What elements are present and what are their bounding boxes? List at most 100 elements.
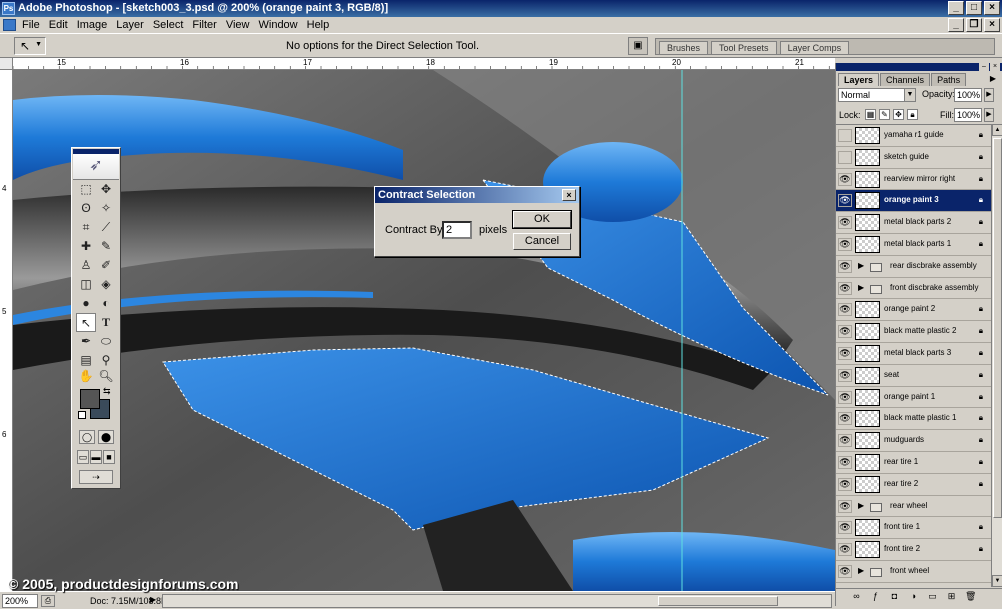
- menu-select[interactable]: Select: [151, 19, 191, 31]
- document-canvas[interactable]: [13, 70, 835, 591]
- ok-button[interactable]: OK: [512, 210, 572, 229]
- status-menu-icon[interactable]: ▶: [150, 595, 156, 604]
- layer-thumbnail[interactable]: [855, 519, 880, 537]
- lock-position-icon[interactable]: ✥: [893, 109, 904, 120]
- layer-thumbnail[interactable]: [855, 170, 880, 188]
- layer-thumbnail[interactable]: [855, 301, 880, 319]
- eye-icon[interactable]: 👁︎: [838, 194, 852, 208]
- layer-list-scrollbar[interactable]: ▲ ▼: [991, 124, 1002, 587]
- hand-tool-icon[interactable]: ✋: [76, 367, 96, 386]
- layer-row[interactable]: 👁︎ ▶ rear wheel: [836, 495, 991, 518]
- layer-row[interactable]: 👁︎ seat 🔒︎: [836, 364, 991, 387]
- foreground-color-swatch[interactable]: [80, 389, 100, 409]
- ruler-origin[interactable]: [0, 58, 13, 70]
- layer-row[interactable]: sketch guide 🔒︎: [836, 146, 991, 169]
- palette-close-button[interactable]: ×: [990, 63, 1000, 71]
- crop-tool-icon[interactable]: ⌗: [76, 218, 96, 237]
- contract-by-input[interactable]: [442, 221, 472, 239]
- layer-row[interactable]: 👁︎ metal black parts 3 🔒︎: [836, 342, 991, 365]
- expand-triangle-icon[interactable]: ▶: [858, 283, 864, 292]
- fill-slider-button[interactable]: ▶: [984, 108, 994, 122]
- layer-thumbnail[interactable]: [855, 235, 880, 253]
- layer-row[interactable]: 👁︎ front tire 2 🔒︎: [836, 539, 991, 561]
- maximize-button[interactable]: □: [966, 1, 982, 15]
- lock-all-icon[interactable]: 🔒︎: [907, 109, 918, 120]
- well-tab-brushes[interactable]: Brushes: [659, 41, 709, 54]
- expand-triangle-icon[interactable]: ▶: [858, 261, 864, 270]
- title-bar[interactable]: Ps Adobe Photoshop - [sketch003_3.psd @ …: [0, 0, 1002, 17]
- document-icon[interactable]: [3, 19, 16, 31]
- layer-row[interactable]: 👁︎ front tire 1 🔒︎: [836, 517, 991, 540]
- tool-preset-picker[interactable]: ↖ ▼: [14, 37, 46, 55]
- zoom-tool-icon[interactable]: 🔍︎: [96, 367, 116, 386]
- zoom-level-input[interactable]: 200%: [2, 594, 38, 608]
- scroll-down-icon[interactable]: ▼: [992, 575, 1002, 587]
- default-colors-icon[interactable]: [78, 411, 86, 419]
- menu-image[interactable]: Image: [75, 19, 115, 31]
- dialog-close-button[interactable]: ×: [562, 189, 576, 201]
- blend-mode-select[interactable]: Normal ▼: [838, 88, 916, 102]
- layer-row[interactable]: 👁︎ orange paint 1 🔒︎: [836, 386, 991, 409]
- layer-row[interactable]: yamaha r1 guide 🔒︎: [836, 125, 991, 147]
- history-brush-tool-icon[interactable]: ✐: [96, 256, 116, 275]
- layer-row[interactable]: 👁︎ mudguards 🔒︎: [836, 430, 991, 452]
- eye-icon[interactable]: 👁︎: [838, 325, 852, 339]
- eye-icon[interactable]: 👁︎: [838, 259, 852, 273]
- opacity-slider-button[interactable]: ▶: [984, 88, 994, 102]
- eye-icon[interactable]: 👁︎: [838, 434, 852, 448]
- new-layer-icon[interactable]: ⊞: [946, 591, 957, 602]
- move-tool-icon[interactable]: ✥: [96, 180, 116, 199]
- menu-edit[interactable]: Edit: [47, 19, 75, 31]
- layer-thumbnail[interactable]: [855, 453, 880, 471]
- layer-row[interactable]: 👁︎ metal black parts 1 🔒︎: [836, 233, 991, 256]
- menu-window[interactable]: Window: [257, 19, 305, 31]
- eye-icon[interactable]: 👁︎: [838, 281, 852, 295]
- layer-mask-icon[interactable]: ◘: [889, 591, 900, 602]
- lock-transparency-icon[interactable]: ▦: [865, 109, 876, 120]
- full-screen-mode-icon[interactable]: ■: [103, 450, 115, 464]
- eye-hidden-icon[interactable]: [838, 150, 852, 164]
- shape-tool-icon[interactable]: ⬭: [96, 332, 116, 351]
- eye-icon[interactable]: 👁︎: [838, 543, 852, 557]
- slice-tool-icon[interactable]: ⟋: [96, 218, 116, 237]
- layer-thumbnail[interactable]: [855, 344, 880, 362]
- eye-icon[interactable]: 👁︎: [838, 455, 852, 469]
- jump-to-imageready-icon[interactable]: ⇢: [79, 470, 113, 484]
- eye-icon[interactable]: 👁︎: [838, 499, 852, 513]
- quick-mask-mode-icon[interactable]: ⬤: [98, 430, 114, 444]
- magic-wand-tool-icon[interactable]: ✧: [96, 199, 116, 218]
- swap-colors-icon[interactable]: ⇆: [103, 386, 111, 397]
- layer-thumbnail[interactable]: [855, 475, 880, 493]
- expand-triangle-icon[interactable]: ▶: [858, 501, 864, 510]
- layer-thumbnail[interactable]: [855, 541, 880, 559]
- menu-help[interactable]: Help: [305, 19, 337, 31]
- tab-channels[interactable]: Channels: [880, 73, 931, 86]
- well-tab-tool-presets[interactable]: Tool Presets: [711, 41, 777, 54]
- doc-minimize-button[interactable]: _: [948, 18, 964, 32]
- layer-row[interactable]: 👁︎ ▶ rear discbrake assembly: [836, 255, 991, 278]
- layer-row[interactable]: 👁︎ black matte plastic 1 🔒︎: [836, 408, 991, 431]
- eye-icon[interactable]: 👁︎: [838, 477, 852, 491]
- type-tool-icon[interactable]: T: [96, 313, 116, 332]
- standard-mode-icon[interactable]: ◯: [79, 430, 95, 444]
- opacity-input[interactable]: 100%: [954, 88, 982, 102]
- horizontal-scroll-thumb[interactable]: [658, 596, 778, 606]
- dodge-tool-icon[interactable]: ◐: [96, 294, 116, 313]
- eye-icon[interactable]: 👁︎: [838, 368, 852, 382]
- menu-layer[interactable]: Layer: [114, 19, 151, 31]
- vertical-ruler[interactable]: 4 5 6: [0, 70, 13, 591]
- paint-bucket-tool-icon[interactable]: ◈: [96, 275, 116, 294]
- eye-icon[interactable]: 👁︎: [838, 237, 852, 251]
- layer-row[interactable]: 👁︎ orange paint 3 🔒︎: [836, 190, 991, 213]
- lock-image-icon[interactable]: ✎: [879, 109, 890, 120]
- horizontal-ruler[interactable]: 15 16 17 18 19 20 21: [13, 58, 835, 70]
- expand-triangle-icon[interactable]: ▶: [858, 566, 864, 575]
- palette-minimize-button[interactable]: –: [979, 63, 989, 71]
- layer-thumbnail[interactable]: [855, 410, 880, 428]
- horizontal-scrollbar[interactable]: [162, 594, 832, 608]
- marquee-tool-icon[interactable]: ⬚: [76, 180, 96, 199]
- new-group-icon[interactable]: ▭: [927, 591, 938, 602]
- doc-close-button[interactable]: ×: [984, 18, 1000, 32]
- menu-view[interactable]: View: [224, 19, 257, 31]
- dialog-title[interactable]: Contract Selection: [375, 187, 579, 203]
